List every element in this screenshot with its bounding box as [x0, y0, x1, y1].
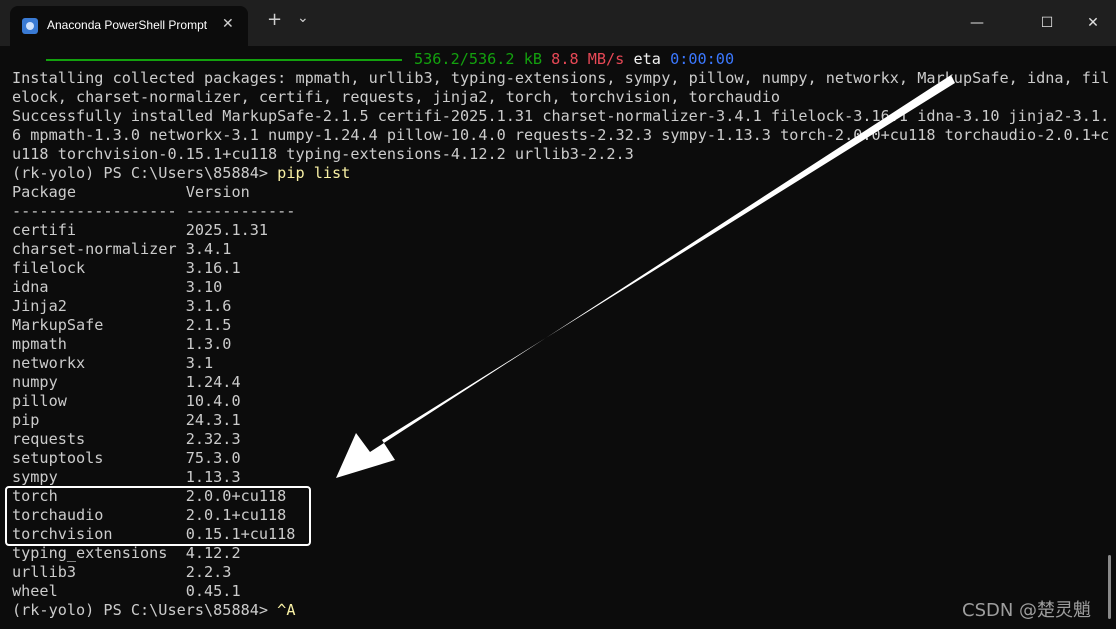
watermark: CSDN @楚灵魈: [962, 600, 1092, 621]
annotation-arrow-icon: [336, 75, 955, 478]
annotation-arrow-shape: [336, 75, 955, 478]
scrollbar-thumb[interactable]: [1108, 555, 1111, 619]
